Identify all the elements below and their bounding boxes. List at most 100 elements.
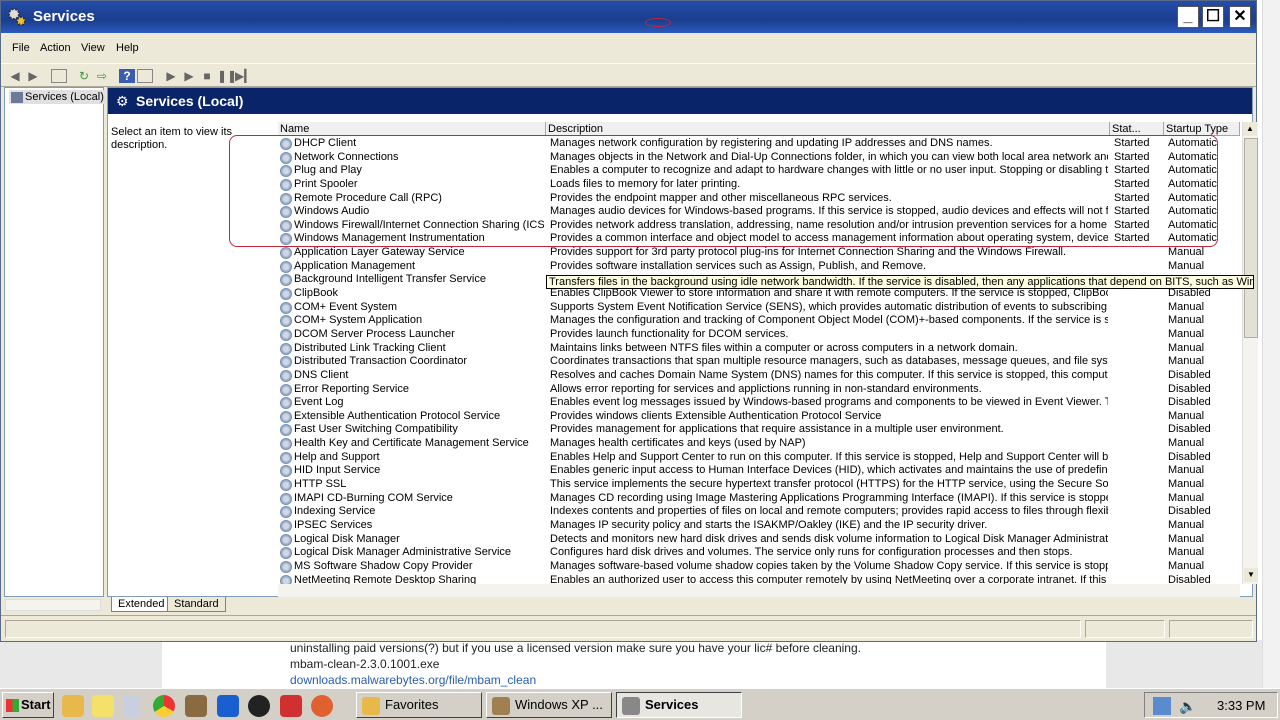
table-row[interactable]: IPSEC Services Manages IP security policy…	[278, 519, 1240, 533]
zip-tool-icon[interactable]	[280, 695, 302, 717]
show-hide-tree-icon[interactable]	[51, 69, 67, 83]
service-description: Manages health certificates and keys (us…	[550, 437, 806, 450]
tab-extended[interactable]: Extended	[111, 597, 172, 612]
table-row[interactable]: Help and Support Enables Help and Support…	[278, 451, 1240, 465]
menu-help[interactable]: Help	[116, 42, 139, 54]
table-row[interactable]: Indexing Service Indexes contents and pro…	[278, 505, 1240, 519]
service-gear-icon	[280, 479, 292, 492]
network-icon[interactable]	[1153, 697, 1171, 715]
malwarebytes-icon[interactable]	[217, 695, 239, 717]
column-status[interactable]: Stat...	[1110, 122, 1164, 136]
table-row[interactable]: MS Software Shadow Copy Provider Manages …	[278, 560, 1240, 574]
service-description: Enables generic input access to Human In…	[550, 464, 1108, 477]
service-description: Coordinates transactions that span multi…	[550, 355, 1108, 368]
pause-service-icon[interactable]: ❚❚	[217, 69, 237, 83]
table-row[interactable]: IMAPI CD-Burning COM Service Manages CD r…	[278, 492, 1240, 506]
minimize-button[interactable]: _	[1177, 6, 1199, 28]
folder-icon[interactable]	[62, 695, 84, 717]
table-row[interactable]: Distributed Link Tracking Client Maintain…	[278, 342, 1240, 356]
table-row[interactable]: DCOM Server Process Launcher Provides lau…	[278, 328, 1240, 342]
service-description: Resolves and caches Domain Name System (…	[550, 368, 1108, 381]
service-gear-icon	[280, 574, 292, 584]
table-row[interactable]: DNS Client Resolves and caches Domain Nam…	[278, 369, 1240, 383]
folder-icon	[362, 697, 380, 715]
service-tooltip: Transfers files in the background using …	[546, 275, 1254, 289]
vertical-scrollbar[interactable]: ▲ ▼	[1242, 122, 1258, 584]
table-row[interactable]: Logical Disk Manager Detects and monitors…	[278, 533, 1240, 547]
annotation-highlight-box	[229, 135, 1218, 247]
tree-item-services-local[interactable]: Services (Local)	[9, 90, 106, 104]
table-row[interactable]: Application Management Provides software …	[278, 260, 1240, 274]
maximize-button[interactable]: ☐	[1202, 6, 1224, 28]
volume-icon[interactable]: 🔈	[1179, 697, 1197, 715]
menu-action[interactable]: Action	[40, 42, 71, 54]
refresh-icon[interactable]: ↻	[76, 69, 92, 83]
service-description: Manages software-based volume shadow cop…	[550, 559, 1108, 572]
properties-icon[interactable]	[137, 69, 153, 83]
security-tool-icon[interactable]	[248, 695, 270, 717]
background-link[interactable]: downloads.malwarebytes.org/file/mbam_cle…	[290, 672, 1106, 688]
restart-service-icon[interactable]: ▶▎	[235, 69, 253, 83]
column-startup-type[interactable]: Startup Type	[1164, 122, 1240, 136]
task-services[interactable]: Services	[616, 692, 742, 718]
table-row[interactable]: NetMeeting Remote Desktop Sharing Enables…	[278, 574, 1240, 584]
service-gear-icon	[280, 301, 292, 314]
service-name: Health Key and Certificate Management Se…	[294, 437, 529, 450]
table-row[interactable]: COM+ System Application Manages the confi…	[278, 314, 1240, 328]
help-icon[interactable]: ?	[119, 69, 135, 83]
table-row[interactable]: Fast User Switching Compatibility Provide…	[278, 423, 1240, 437]
forward-arrow-icon[interactable]: ▶	[25, 69, 41, 83]
ccleaner-icon[interactable]	[311, 695, 333, 717]
menu-view[interactable]: View	[81, 42, 105, 54]
service-gear-icon	[280, 533, 292, 546]
stop-service-icon[interactable]: ■	[199, 69, 215, 83]
start-button[interactable]: Start	[2, 692, 54, 718]
clock[interactable]: 3:33 PM	[1217, 698, 1265, 713]
table-row[interactable]: Logical Disk Manager Administrative Serv…	[278, 546, 1240, 560]
column-name[interactable]: Name	[278, 122, 546, 136]
start-service-alt-icon[interactable]: ▶	[181, 69, 197, 83]
service-startup-type: Manual	[1168, 464, 1205, 477]
table-row[interactable]: HTTP SSL This service implements the secu…	[278, 478, 1240, 492]
service-description: Enables event log messages issued by Win…	[550, 396, 1108, 409]
export-list-icon[interactable]: ⇨	[94, 69, 110, 83]
start-service-icon[interactable]: ▶	[163, 69, 179, 83]
column-description[interactable]: Description	[546, 122, 1110, 136]
raccoon-icon[interactable]	[185, 695, 207, 717]
notepad-icon[interactable]	[124, 695, 140, 717]
table-row[interactable]: Event Log Enables event log messages issu…	[278, 396, 1240, 410]
table-row[interactable]: Error Reporting Service Allows error repo…	[278, 383, 1240, 397]
service-name: ClipBook	[294, 287, 339, 300]
sparkle-file-icon[interactable]	[92, 695, 114, 717]
service-gear-icon	[280, 328, 292, 341]
service-gear-icon	[280, 369, 292, 382]
horizontal-scrollbar[interactable]	[278, 584, 1240, 597]
task-windows-xp[interactable]: Windows XP ...	[486, 692, 612, 718]
back-arrow-icon[interactable]: ◀	[7, 69, 23, 83]
menu-file[interactable]: File	[12, 42, 30, 54]
table-row[interactable]: Application Layer Gateway Service Provide…	[278, 246, 1240, 260]
close-button[interactable]: ✕	[1229, 6, 1251, 28]
toolbar: ◀ ▶ ↻ ⇨ ? ▶ ▶ ■ ❚❚ ▶▎	[1, 63, 1256, 87]
background-scrollbar[interactable]	[1262, 0, 1280, 688]
service-name: COM+ Event System	[294, 300, 398, 313]
title-bar[interactable]: Services _ ☐ ✕	[1, 1, 1256, 33]
scroll-thumb[interactable]	[1244, 138, 1258, 338]
status-cell	[5, 620, 1081, 638]
table-row[interactable]: COM+ Event System Supports System Event N…	[278, 301, 1240, 315]
service-gear-icon	[280, 410, 292, 423]
table-row[interactable]: HID Input Service Enables generic input a…	[278, 464, 1240, 478]
table-row[interactable]: Distributed Transaction Coordinator Coord…	[278, 355, 1240, 369]
scroll-down-icon[interactable]: ▼	[1244, 568, 1258, 582]
service-startup-type: Manual	[1168, 314, 1205, 327]
table-row[interactable]: Extensible Authentication Protocol Servi…	[278, 410, 1240, 424]
browser-icon[interactable]	[153, 695, 175, 717]
table-row[interactable]: Health Key and Certificate Management Se…	[278, 437, 1240, 451]
tree-horizontal-scrollbar[interactable]	[5, 599, 101, 611]
tab-standard[interactable]: Standard	[167, 597, 226, 612]
service-description: Provides support for 3rd party protocol …	[550, 246, 1067, 259]
table-row[interactable]: ClipBook Enables ClipBook Viewer to store…	[278, 287, 1240, 301]
task-favorites[interactable]: Favorites	[356, 692, 482, 718]
scroll-up-icon[interactable]: ▲	[1243, 122, 1257, 136]
service-startup-type: Disabled	[1168, 382, 1211, 395]
